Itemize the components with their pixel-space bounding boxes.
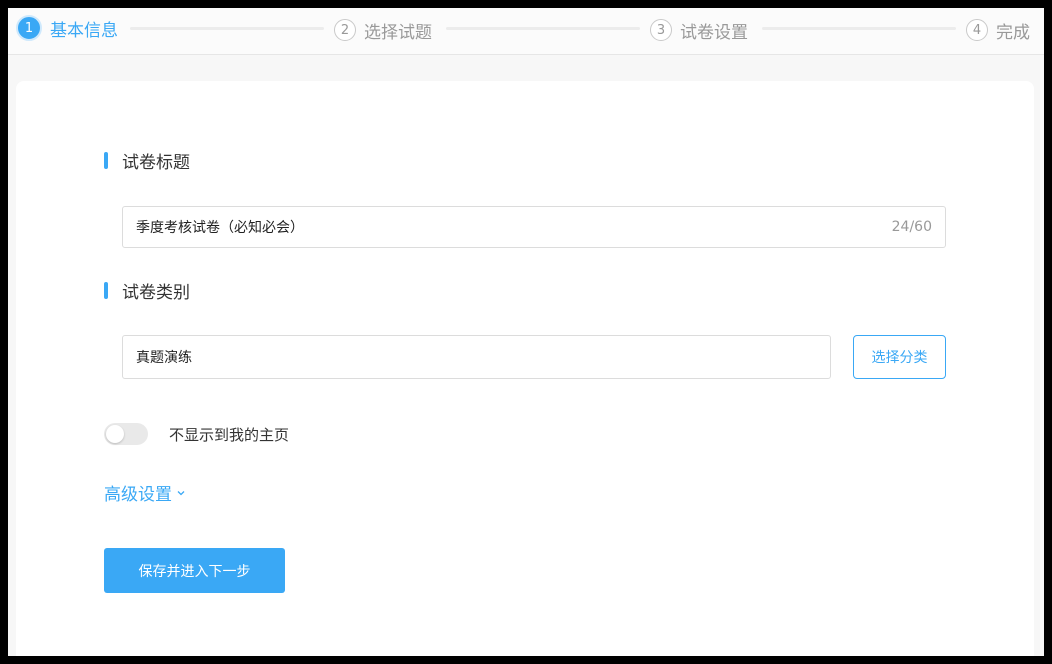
paper-title-value: 季度考核试卷（必知必会） [136, 220, 304, 236]
toggle-knob [106, 425, 124, 443]
chevron-down-icon [177, 490, 185, 495]
category-input[interactable]: 真题演练 [122, 335, 831, 379]
toggle-label: 不显示到我的主页 [169, 425, 290, 444]
app-frame: 1 基本信息 2 选择试题 3 试卷设置 4 完成 试卷标题 季度考核试卷（必知… [8, 8, 1044, 656]
form-card: 试卷标题 季度考核试卷（必知必会） 24/60 试卷类别 真题演练 选择分类 不… [16, 81, 1034, 656]
step-label: 试卷设置 [680, 22, 748, 43]
hide-from-homepage-toggle[interactable] [104, 423, 148, 445]
category-section-heading: 试卷类别 [104, 278, 190, 303]
step-4[interactable]: 4 完成 [966, 17, 1030, 43]
hide-from-homepage-row: 不显示到我的主页 [104, 423, 289, 445]
step-number: 4 [966, 19, 988, 41]
title-section-heading: 试卷标题 [104, 148, 190, 173]
section-accent-bar [104, 282, 108, 299]
step-connector [762, 27, 956, 30]
advanced-settings-link[interactable]: 高级设置 [104, 480, 186, 505]
step-number: 1 [16, 15, 42, 41]
save-and-next-button[interactable]: 保存并进入下一步 [104, 548, 285, 593]
select-category-button[interactable]: 选择分类 [853, 335, 946, 379]
step-connector [446, 27, 640, 30]
step-2[interactable]: 2 选择试题 [334, 17, 432, 43]
step-connector [130, 27, 324, 30]
step-1[interactable]: 1 基本信息 [16, 15, 118, 41]
step-label: 选择试题 [364, 22, 432, 43]
step-progress-bar: 1 基本信息 2 选择试题 3 试卷设置 4 完成 [8, 8, 1044, 55]
step-label: 完成 [996, 22, 1030, 43]
step-label: 基本信息 [50, 20, 118, 41]
step-number: 3 [650, 19, 672, 41]
section-accent-bar [104, 152, 108, 169]
section-title-text: 试卷标题 [122, 153, 190, 173]
step-number: 2 [334, 19, 356, 41]
advanced-settings-label: 高级设置 [104, 485, 172, 505]
step-3[interactable]: 3 试卷设置 [650, 17, 748, 43]
section-title-text: 试卷类别 [122, 283, 190, 303]
category-value: 真题演练 [136, 350, 192, 366]
paper-title-input[interactable]: 季度考核试卷（必知必会） 24/60 [122, 206, 946, 248]
char-counter: 24/60 [891, 219, 932, 235]
